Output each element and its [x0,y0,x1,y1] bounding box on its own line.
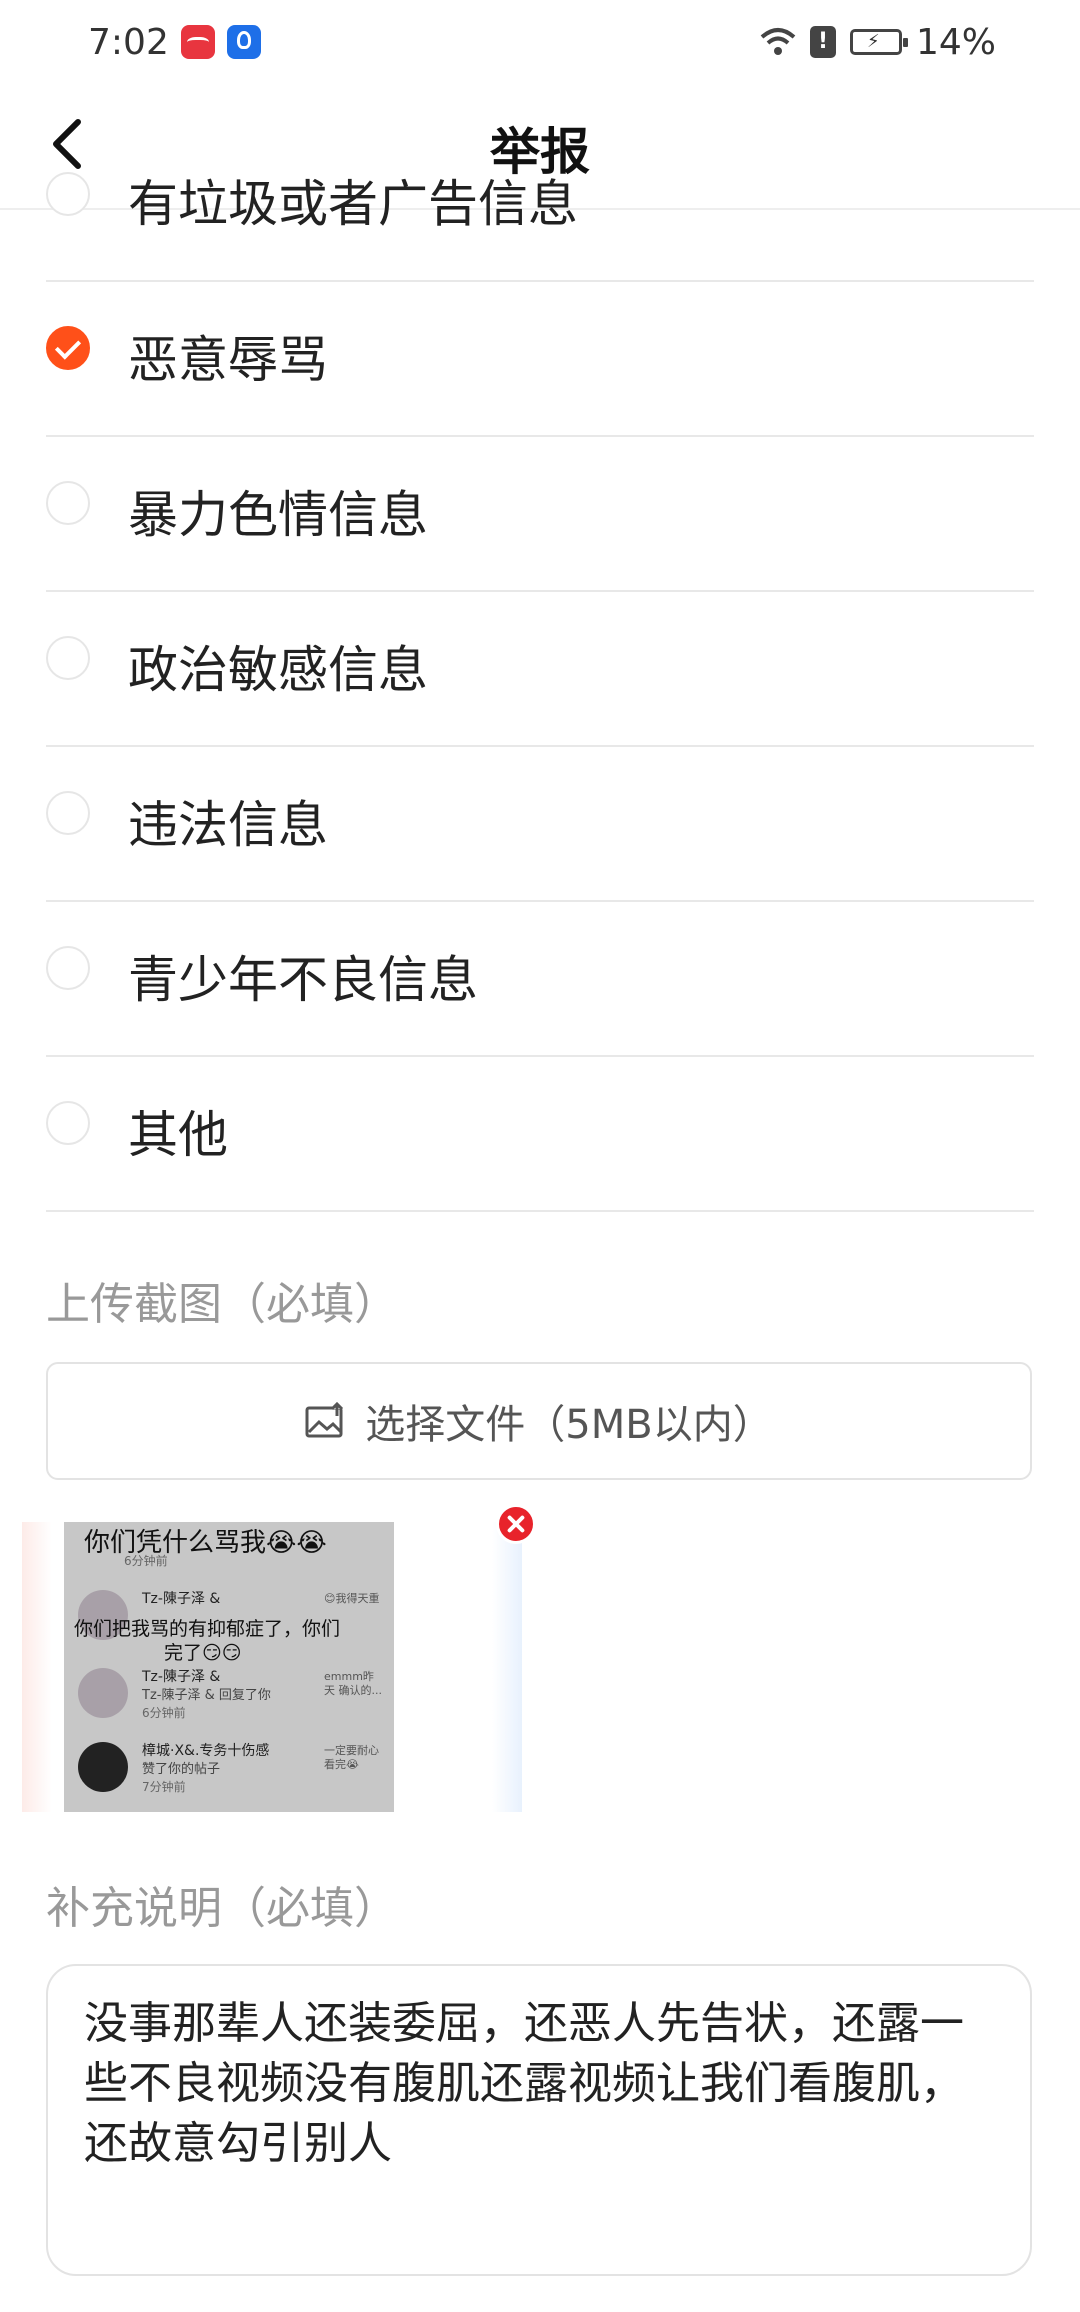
thumb-name: 樟城·X&.专务十伤感 [142,1743,270,1759]
upload-section-label: 上传截图（必填） [46,1279,398,1330]
reason-label: 政治敏感信息 [128,641,428,699]
thumb-sub: 赞了你的帖子 [142,1762,221,1777]
radio-button[interactable] [46,1101,90,1145]
thumb-right: 一定要耐心 看完😭 [324,1744,379,1771]
description-textarea[interactable]: 没事那辈人还装委屈，还恶人先告状，还露一些不良视频没有腹肌还露视频让我们看腹肌，… [46,1964,1032,2276]
reason-option-political[interactable]: 政治敏感信息 [46,592,1034,747]
reason-label: 违法信息 [128,796,328,854]
thumb-name: Tz-陳子泽 & [142,1669,221,1685]
reason-option-spam[interactable]: 有垃圾或者广告信息 [46,172,1034,282]
reason-label: 其他 [128,1106,228,1164]
uploaded-screenshot[interactable]: 你们凭什么骂我😭😭 6分钟前 Tz-陳子泽 & 😊我得天重 你们把我骂的有抑郁症… [22,1522,522,1812]
thumb-time: 6分钟前 [142,1706,186,1720]
screenshot-thumbnail: 你们凭什么骂我😭😭 6分钟前 Tz-陳子泽 & 😊我得天重 你们把我骂的有抑郁症… [64,1522,394,1812]
notification-app-icon [180,25,215,59]
radio-button[interactable] [46,481,90,525]
delete-image-button[interactable] [496,1504,536,1544]
report-reason-list: 有垃圾或者广告信息 恶意辱骂 暴力色情信息 政治敏感信息 违法信息 青少年不良信… [46,172,1034,1212]
thumb-name: Tz-陳子泽 & [142,1591,221,1607]
wifi-icon [760,28,796,55]
avatar [78,1668,128,1718]
choose-file-label: 选择文件（5MB以内） [365,1402,773,1448]
thumb-time: 7分钟前 [142,1780,186,1794]
thumb-right: emmm昨天 确认的... [324,1670,382,1697]
status-bar: 7:02 ! ⚡ 14% [0,0,1080,84]
radio-button[interactable] [46,172,90,216]
status-time: 7:02 [88,21,169,63]
thumb-overlay-text: 完了😏😏 [164,1642,242,1664]
battery-icon: ⚡ [849,29,908,55]
reason-option-minors[interactable]: 青少年不良信息 [46,902,1034,1057]
radio-button[interactable] [46,791,90,835]
thumb-right: 😊我得天重 [324,1592,380,1605]
radio-button-checked[interactable] [46,326,90,370]
thumb-sub: Tz-陳子泽 & 回复了你 [142,1688,271,1703]
reason-label: 恶意辱骂 [128,331,328,389]
reason-label: 暴力色情信息 [128,486,428,544]
reason-option-other[interactable]: 其他 [46,1057,1034,1212]
status-bar-right: ! ⚡ 14% [760,22,996,63]
thumb-overlay-text: 你们把我骂的有抑郁症了，你们 [74,1618,341,1640]
thumb-headline: 你们凭什么骂我😭😭 [84,1528,327,1558]
lightbulb-icon [226,25,261,59]
thumb-row: Tz-陳子泽 & Tz-陳子泽 & 回复了你 6分钟前 emmm昨天 确认的..… [78,1662,388,1730]
thumb-time: 6分钟前 [124,1554,168,1568]
thumb-row: 樟城·X&.专务十伤感 赞了你的帖子 7分钟前 一定要耐心 看完😭 [78,1736,388,1804]
battery-percent: 14% [915,21,996,63]
reason-label: 有垃圾或者广告信息 [128,175,578,233]
avatar [78,1742,128,1792]
status-bar-left: 7:02 [88,22,261,63]
image-upload-icon [305,1402,344,1438]
reason-option-abuse[interactable]: 恶意辱骂 [46,282,1034,437]
choose-file-button[interactable]: 选择文件（5MB以内） [46,1362,1032,1480]
radio-button[interactable] [46,636,90,680]
reason-option-violence[interactable]: 暴力色情信息 [46,437,1034,592]
reason-label: 青少年不良信息 [128,951,478,1009]
description-section-label: 补充说明（必填） [46,1883,398,1934]
radio-button[interactable] [46,946,90,990]
alert-icon: ! [809,26,836,58]
reason-option-illegal[interactable]: 违法信息 [46,747,1034,902]
